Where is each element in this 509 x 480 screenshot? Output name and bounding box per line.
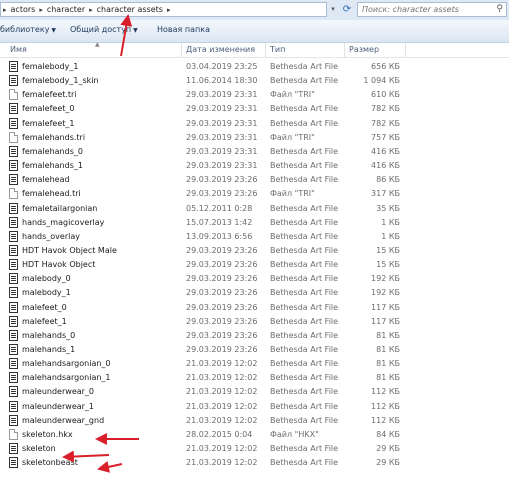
annotation-arrow-breadcrumb <box>120 14 133 57</box>
annotation-arrow-skeletonbeast <box>97 461 123 473</box>
annotation-overlay <box>62 14 139 473</box>
annotation-arrow-skeleton <box>62 450 110 463</box>
